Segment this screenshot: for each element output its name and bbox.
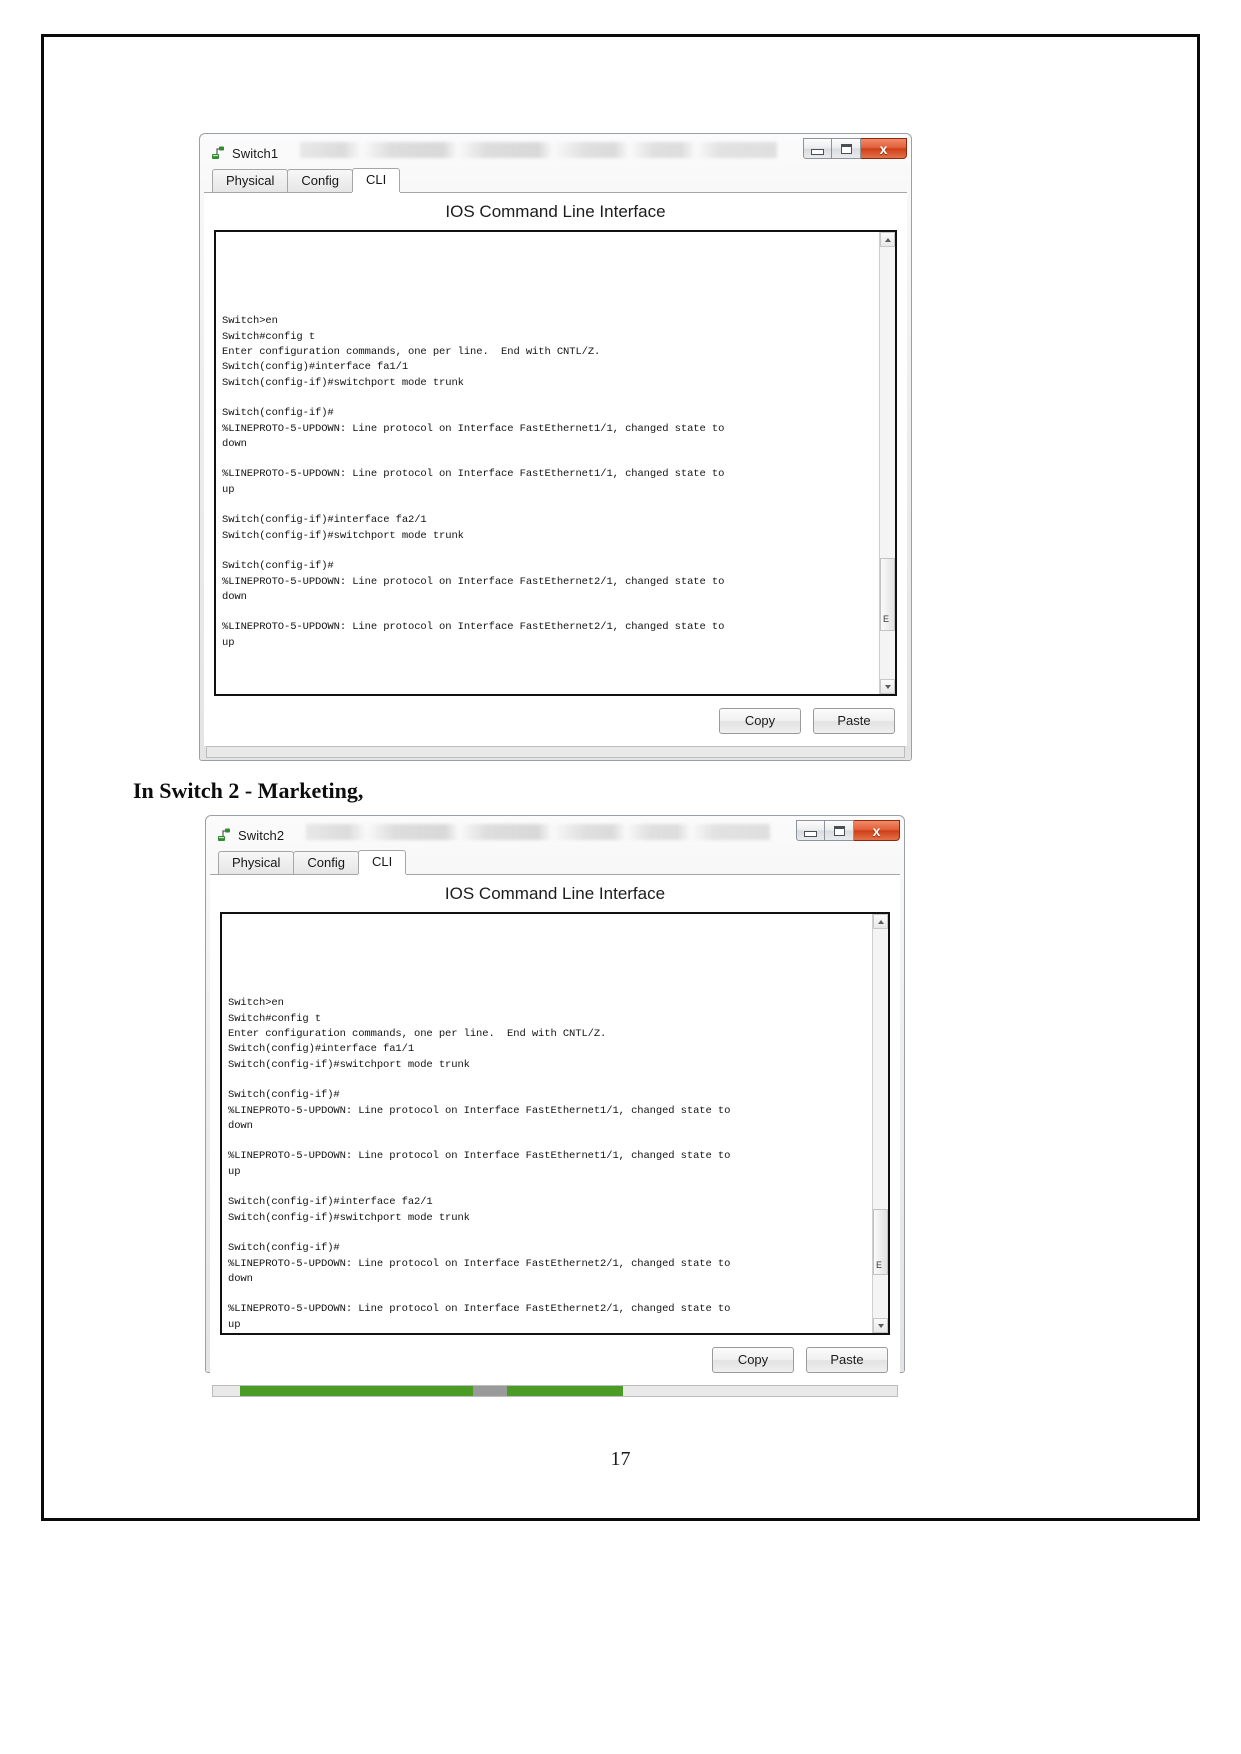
terminal-output[interactable]: Switch>en Switch#config t Enter configur…: [216, 232, 879, 694]
scroll-up-button[interactable]: [880, 232, 895, 247]
switch2-title-text: Switch2: [238, 827, 285, 843]
tab-cli[interactable]: CLI: [358, 850, 407, 874]
switch1-title-text: Switch1: [232, 145, 279, 161]
page-number: 17: [610, 1448, 631, 1470]
switch1-window[interactable]: Switch1 x Physical Config CLI IOS Comman…: [199, 133, 912, 761]
scroll-marker-label: E: [876, 1259, 883, 1270]
close-icon: x: [879, 140, 888, 157]
switch2-titlebar[interactable]: Switch2 x: [210, 820, 900, 850]
tab-physical[interactable]: Physical: [218, 851, 295, 874]
tab-physical[interactable]: Physical: [212, 169, 289, 192]
scroll-down-button[interactable]: [873, 1318, 888, 1334]
chevron-down-icon: [884, 684, 891, 689]
packet-tracer-device-icon: [216, 827, 232, 843]
copy-button[interactable]: Copy: [712, 1347, 794, 1374]
terminal-vertical-scrollbar[interactable]: E: [879, 232, 895, 694]
switch2-cli-actions[interactable]: Copy Paste: [220, 1335, 890, 1385]
switch1-terminal-area[interactable]: Switch>en Switch#config t Enter configur…: [214, 230, 897, 696]
close-button[interactable]: x: [861, 138, 907, 159]
progress-gap: [472, 1386, 508, 1397]
paste-button[interactable]: Paste: [813, 708, 895, 734]
switch1-cli-actions[interactable]: Copy Paste: [214, 696, 897, 746]
scroll-track[interactable]: E: [873, 929, 888, 1319]
scroll-up-button[interactable]: [873, 914, 888, 929]
switch2-window-controls[interactable]: x: [796, 820, 900, 842]
tab-config[interactable]: Config: [293, 851, 359, 874]
maximize-icon: [840, 143, 852, 154]
switch2-tabstrip[interactable]: Physical Config CLI: [210, 850, 900, 875]
scroll-track[interactable]: E: [880, 247, 895, 679]
packet-tracer-device-icon: [210, 145, 226, 161]
chevron-up-icon: [884, 237, 891, 242]
progress-segment-2: [507, 1386, 624, 1397]
minimize-icon: [804, 831, 817, 837]
minimize-icon: [811, 149, 824, 155]
maximize-button[interactable]: [825, 820, 854, 841]
close-icon: x: [872, 822, 881, 839]
switch1-window-controls[interactable]: x: [803, 138, 907, 160]
switch1-statusbar: [206, 746, 905, 758]
terminal-vertical-scrollbar[interactable]: E: [872, 914, 888, 1334]
paste-button[interactable]: Paste: [806, 1347, 888, 1374]
cli-heading: IOS Command Line Interface: [445, 202, 666, 221]
copy-button[interactable]: Copy: [719, 708, 801, 734]
progress-segment-1: [240, 1386, 473, 1397]
chevron-down-icon: [877, 1323, 884, 1328]
switch1-cli-panel: IOS Command Line Interface Switch>en Swi…: [204, 193, 907, 746]
tab-cli[interactable]: CLI: [352, 168, 401, 192]
scroll-down-button[interactable]: [880, 679, 895, 694]
titlebar-blurred-background: [300, 142, 777, 158]
switch1-titlebar[interactable]: Switch1 x: [204, 138, 907, 168]
cli-heading: IOS Command Line Interface: [444, 884, 666, 903]
terminal-output[interactable]: Switch>en Switch#config t Enter configur…: [222, 914, 872, 1333]
scroll-marker-label: E: [883, 614, 890, 625]
minimize-button[interactable]: [796, 820, 825, 841]
caption-switch2-marketing: In Switch 2 - Marketing,: [133, 778, 364, 803]
switch1-tabstrip[interactable]: Physical Config CLI: [204, 168, 907, 193]
switch2-window[interactable]: Switch2 x Physical Config CLI IOS Comman…: [205, 815, 905, 1398]
tab-config[interactable]: Config: [287, 169, 353, 192]
maximize-button[interactable]: [832, 138, 861, 159]
switch2-cli-panel: IOS Command Line Interface Switch>en Swi…: [210, 875, 900, 1386]
switch2-statusbar: [212, 1385, 898, 1398]
minimize-button[interactable]: [803, 138, 832, 159]
maximize-icon: [833, 825, 845, 836]
close-button[interactable]: x: [854, 820, 900, 841]
chevron-up-icon: [877, 919, 884, 924]
switch2-terminal-area[interactable]: Switch>en Switch#config t Enter configur…: [220, 912, 890, 1336]
titlebar-blurred-background: [306, 824, 770, 840]
